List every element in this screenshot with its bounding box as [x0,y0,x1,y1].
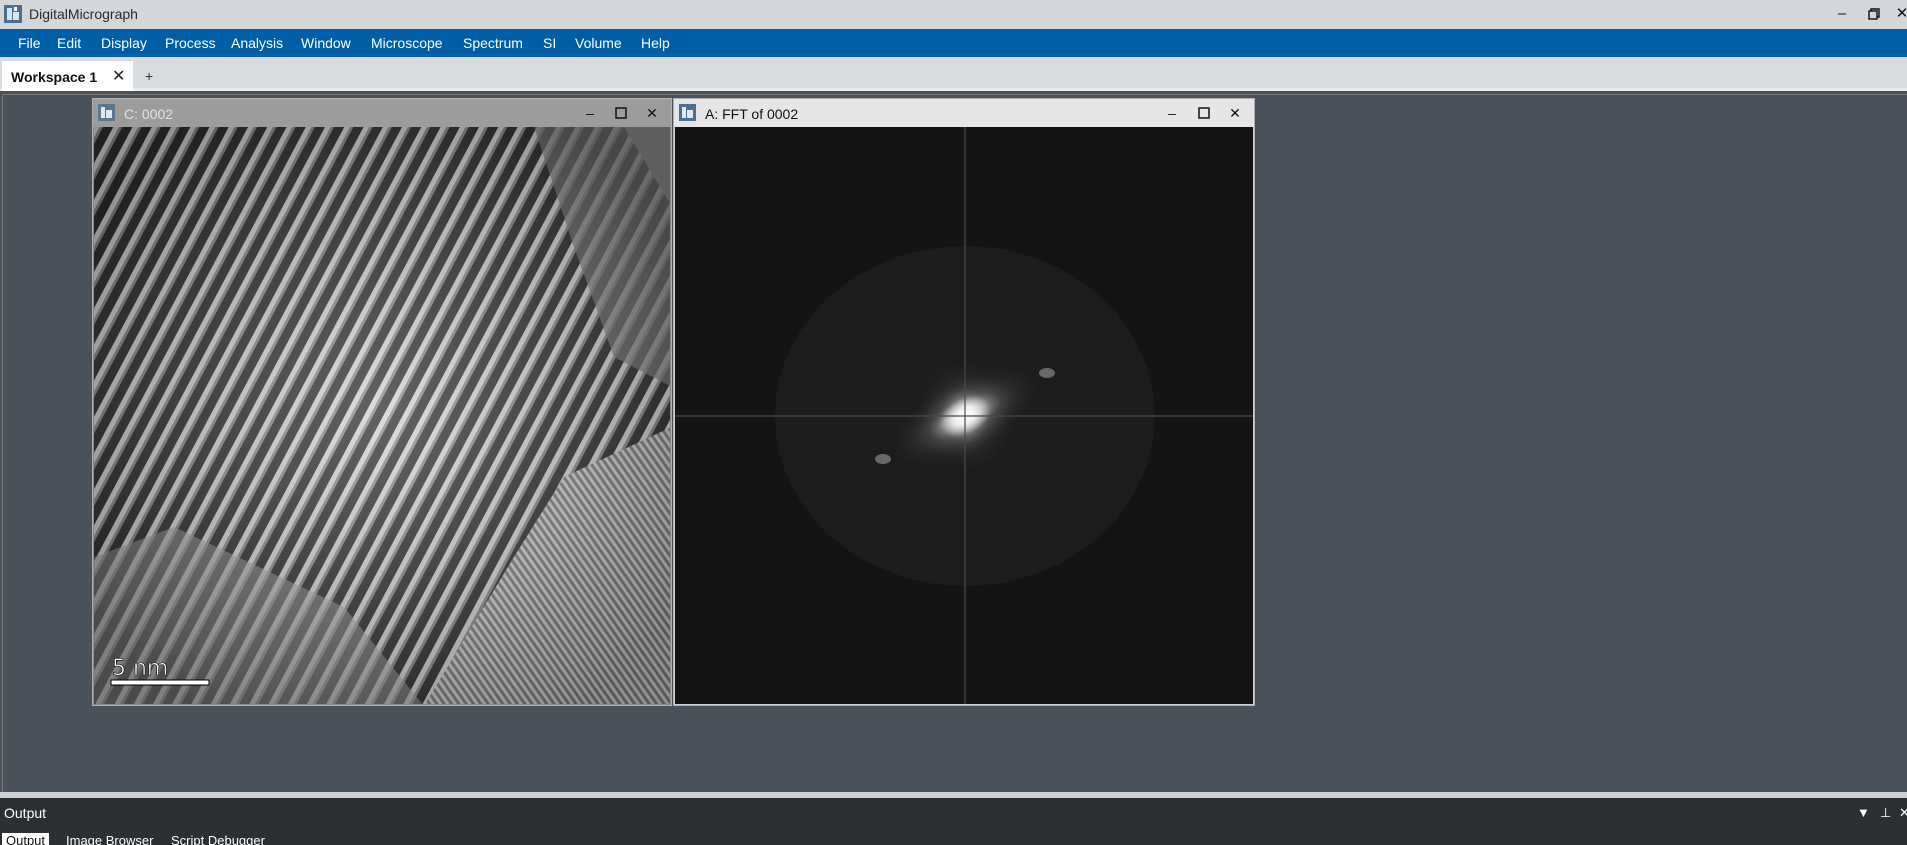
restore-icon[interactable] [1862,3,1886,25]
output-panel-header: Output ▼ ⊥ ✕ [0,798,1907,828]
hrtem-image[interactable]: 5 nm [94,127,670,704]
menu-help[interactable]: Help [641,29,670,57]
app-titlebar: DigitalMicrograph – ✕ [0,0,1907,29]
menu-window[interactable]: Window [301,29,351,57]
panel-menu-dropdown-icon[interactable]: ▼ [1857,805,1870,820]
output-panel-title: Output [4,805,47,821]
menu-bar: File Edit Display Process Analysis Windo… [0,29,1907,57]
app-logo-icon [4,5,22,23]
menu-analysis[interactable]: Analysis [231,29,283,57]
menu-edit[interactable]: Edit [57,29,81,57]
image-window-title: C: 0002 [124,106,174,122]
close-icon[interactable]: ✕ [1890,3,1907,25]
maximize-icon[interactable] [610,102,632,124]
menu-display[interactable]: Display [101,29,147,57]
output-tab-strip: Output Image Browser Script Debugger [0,828,1907,845]
tab-close-icon[interactable]: ✕ [112,66,125,86]
image-window-titlebar[interactable]: A: FFT of 0002 – ✕ [674,99,1254,127]
tab-workspace-1[interactable]: Workspace 1 ✕ [2,61,133,91]
minimize-icon[interactable]: – [1830,3,1854,25]
menu-si[interactable]: SI [543,29,556,57]
maximize-icon[interactable] [1193,102,1215,124]
pin-icon[interactable]: ⊥ [1880,805,1891,821]
scale-bar-label: 5 nm [112,656,168,681]
tab-script-debugger[interactable]: Script Debugger [167,833,269,845]
add-tab-button[interactable]: + [145,68,153,84]
workspace-tab-strip: Workspace 1 ✕ + [0,57,1907,91]
close-icon[interactable]: ✕ [1899,805,1907,821]
menu-spectrum[interactable]: Spectrum [463,29,523,57]
fft-image[interactable] [675,127,1253,704]
close-icon[interactable]: ✕ [641,102,663,124]
image-document-icon [679,104,696,121]
image-window-a-fft[interactable]: A: FFT of 0002 – ✕ [673,98,1255,706]
menu-microscope[interactable]: Microscope [371,29,443,57]
app-title: DigitalMicrograph [29,6,138,22]
tab-workspace-label: Workspace 1 [11,69,98,85]
menu-volume[interactable]: Volume [575,29,622,57]
minimize-icon[interactable]: – [579,102,601,124]
hrtem-image-graphic: 5 nm [94,127,670,704]
close-icon[interactable]: ✕ [1224,102,1246,124]
menu-process[interactable]: Process [165,29,216,57]
minimize-icon[interactable]: – [1161,102,1183,124]
fft-image-graphic [675,127,1253,704]
image-document-icon [98,104,115,121]
tab-image-browser[interactable]: Image Browser [62,833,157,845]
menu-file[interactable]: File [18,29,41,57]
tab-output[interactable]: Output [2,833,50,845]
image-window-title: A: FFT of 0002 [705,106,799,122]
image-window-titlebar[interactable]: C: 0002 – ✕ [93,99,671,127]
image-window-c[interactable]: C: 0002 – ✕ 5 nm [92,98,672,706]
